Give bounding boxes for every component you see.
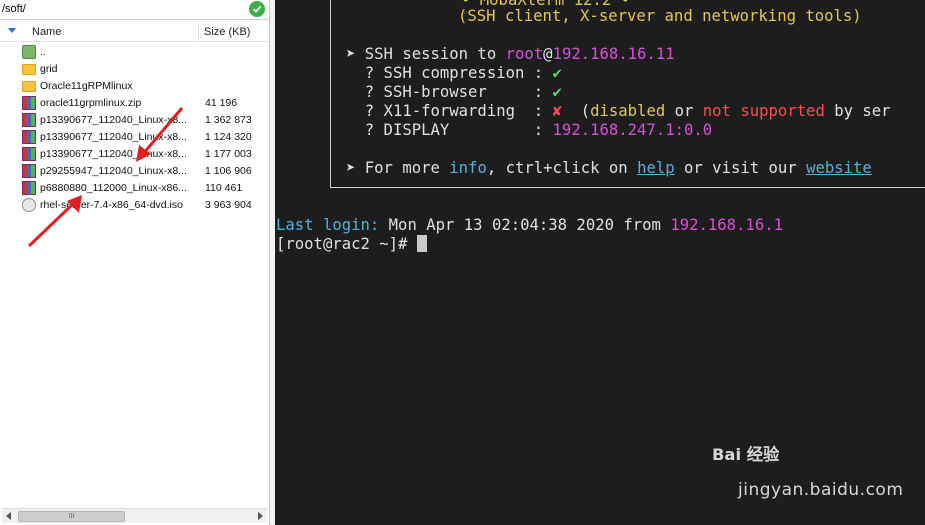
x11-by: by ser <box>824 102 891 120</box>
x11-label: ? X11-forwarding : <box>346 102 553 120</box>
baidu-watermark: Bai 经验 jingyan.baidu.com <box>708 428 918 506</box>
terminal-cursor <box>416 235 427 252</box>
last-login-ip: 192.168.16.1 <box>670 216 783 234</box>
last-login-line: Last login: Mon Apr 13 02:04:38 2020 fro… <box>276 216 783 235</box>
ssh-compression-line: ? SSH compression : ✔ <box>346 64 562 83</box>
x11-not-supported: not supported <box>702 102 825 120</box>
check-icon: ✔ <box>552 83 562 101</box>
website-link[interactable]: website <box>806 159 872 177</box>
check-icon: ✔ <box>552 64 562 82</box>
session-user: root <box>505 45 544 63</box>
more-mid2: or visit our <box>674 159 807 177</box>
scroll-right-arrow-icon[interactable] <box>258 512 263 520</box>
x11-forwarding-line: ? X11-forwarding : ✘ (disabled or not su… <box>346 102 891 121</box>
display-value: 192.168.247.1:0.0 <box>552 121 713 139</box>
banner-subtitle: (SSH client, X-server and networking too… <box>458 7 862 25</box>
session-host: 192.168.16.11 <box>552 45 675 63</box>
scroll-left-arrow-icon[interactable] <box>6 512 11 520</box>
help-link[interactable]: help <box>637 159 675 177</box>
compression-label: ? SSH compression : <box>346 64 553 82</box>
info-link[interactable]: info <box>449 159 487 177</box>
baidu-paw-logo-icon: Bai 经验 <box>712 445 780 464</box>
more-prefix: ➤ For more <box>346 159 450 177</box>
prompt-line[interactable]: [root@rac2 ~]# <box>276 235 427 254</box>
watermark-url: jingyan.baidu.com <box>738 480 904 500</box>
browser-label: ? SSH-browser : <box>346 83 553 101</box>
more-info-line: ➤ For more info, ctrl+click on help or v… <box>346 159 872 178</box>
horizontal-scrollbar[interactable]: III <box>2 508 267 523</box>
last-login-date: Mon Apr 13 02:04:38 2020 from <box>388 216 671 234</box>
display-line: ? DISPLAY : 192.168.247.1:0.0 <box>346 121 712 140</box>
last-login-label: Last login: <box>276 216 389 234</box>
x11-open: ( <box>561 102 591 120</box>
ssh-session-line: ➤ SSH session to root@192.168.16.11 <box>346 45 675 64</box>
shell-prompt: [root@rac2 ~]# <box>276 235 417 253</box>
annotation-arrows <box>27 107 184 248</box>
annotation-arrow-upper <box>136 107 184 162</box>
session-at: @ <box>543 45 553 63</box>
watermark-brand: Bai 经验 <box>712 445 780 464</box>
cross-icon: ✘ <box>552 102 562 120</box>
x11-or: or <box>665 102 703 120</box>
scrollbar-thumb[interactable]: III <box>18 511 125 522</box>
more-mid: , ctrl+click on <box>486 159 638 177</box>
session-prefix: ➤ SSH session to <box>346 45 506 63</box>
ssh-browser-line: ? SSH-browser : ✔ <box>346 83 562 102</box>
x11-disabled: disabled <box>590 102 666 120</box>
annotation-arrow-lower <box>27 195 82 248</box>
display-label: ? DISPLAY : <box>346 121 553 139</box>
